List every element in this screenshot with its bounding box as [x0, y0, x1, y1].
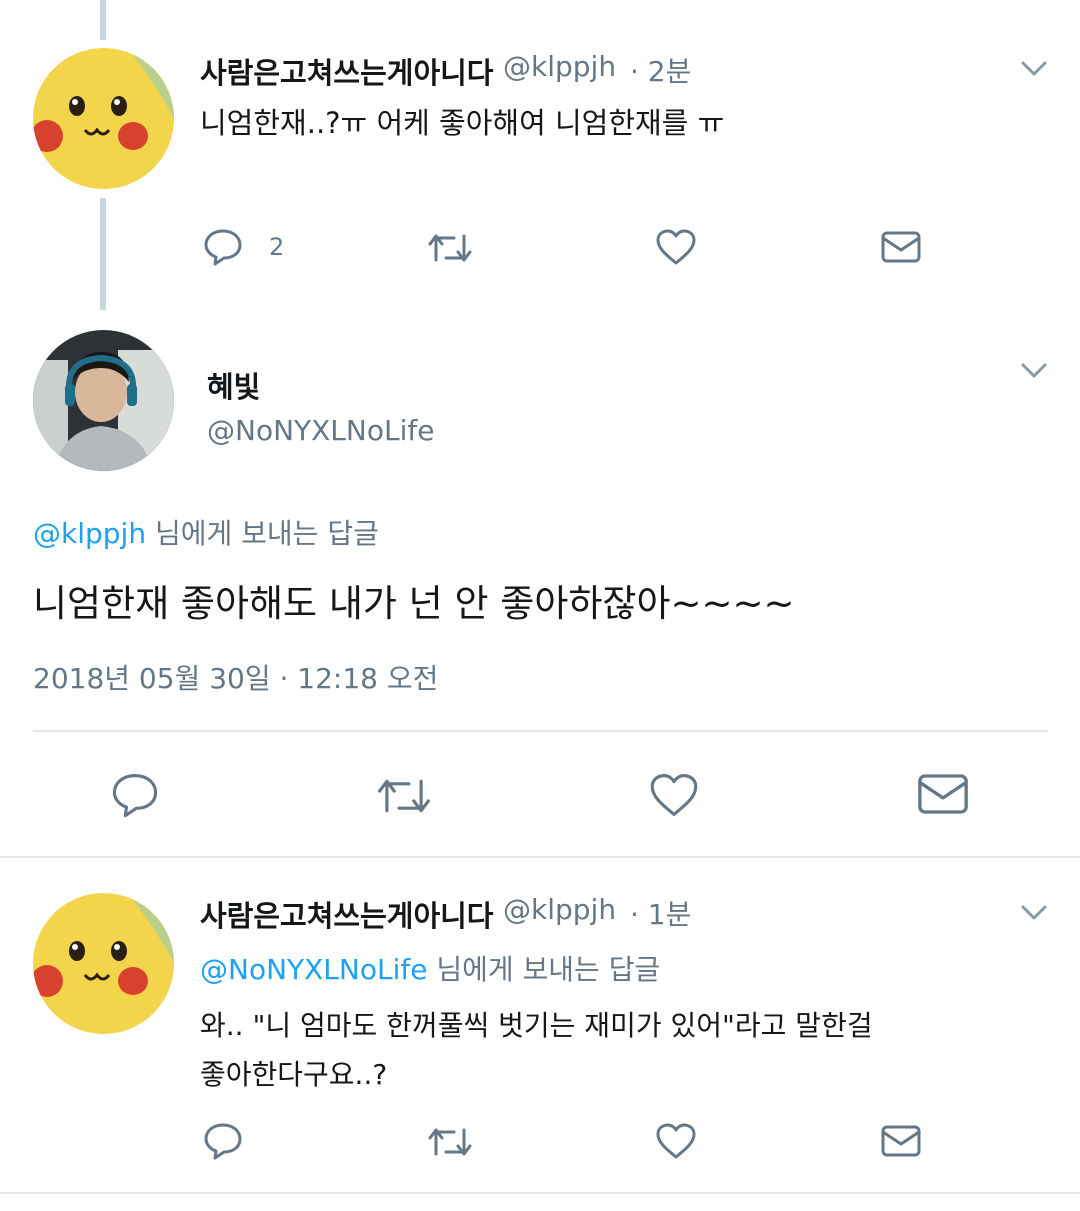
like-button[interactable] — [655, 1122, 697, 1160]
reply-button[interactable] — [203, 1122, 243, 1160]
retweet-button[interactable] — [374, 774, 434, 818]
like-button[interactable] — [648, 772, 700, 818]
avatar[interactable] — [33, 893, 174, 1034]
message-button[interactable] — [916, 772, 970, 816]
tweet-time[interactable]: · 2분 — [630, 50, 691, 90]
display-name[interactable]: 사람은고쳐쓰는게아니다 — [200, 893, 493, 935]
message-icon — [881, 231, 921, 263]
retweet-button[interactable] — [426, 230, 474, 266]
user-handle[interactable]: @klppjh — [503, 893, 616, 926]
like-icon — [656, 229, 696, 265]
reply-to-label: 님에게 보내는 답글 — [427, 953, 661, 986]
chevron-down-icon[interactable] — [1020, 60, 1048, 78]
message-icon — [918, 774, 968, 814]
retweet-icon — [428, 234, 472, 262]
tweet-text-line-1: 와.. "니 엄마도 한꺼풀씩 벗기는 재미가 있어"라고 말한걸 — [200, 1009, 873, 1042]
divider — [0, 856, 1080, 858]
chevron-down-icon[interactable] — [1020, 362, 1048, 380]
divider — [0, 1192, 1080, 1194]
user-handle[interactable]: @klppjh — [503, 50, 616, 83]
gamer-avatar-icon — [33, 330, 174, 471]
tweet-timestamp[interactable]: 2018년 05월 30일 · 12:18 오전 — [33, 657, 438, 697]
reply-to-label: 님에게 보내는 답글 — [146, 517, 379, 550]
avatar[interactable] — [33, 330, 174, 471]
like-button[interactable] — [655, 228, 697, 266]
divider — [33, 730, 1048, 732]
reply-count: 2 — [269, 233, 285, 261]
retweet-button[interactable] — [426, 1124, 474, 1160]
retweet-icon — [377, 779, 431, 813]
reply-icon — [204, 1123, 242, 1160]
tweet-text-line-2: 좋아한다구요..? — [200, 1058, 388, 1091]
message-icon — [881, 1125, 921, 1157]
pikachu-avatar-icon — [33, 893, 174, 1034]
user-handle[interactable]: @NoNYXLNoLife — [207, 414, 434, 447]
reply-icon — [112, 774, 158, 818]
pikachu-avatar-icon — [33, 48, 174, 189]
display-name[interactable]: 혜빛 — [207, 364, 260, 406]
like-icon — [656, 1123, 696, 1159]
message-button[interactable] — [880, 1124, 922, 1158]
chevron-down-icon[interactable] — [1020, 904, 1048, 922]
thread-line-top — [100, 0, 106, 40]
reply-context: @klppjh 님에게 보내는 답글 — [33, 512, 379, 552]
like-icon — [650, 774, 698, 816]
tweet-time[interactable]: · 1분 — [630, 893, 691, 933]
reply-context: @NoNYXLNoLife 님에게 보내는 답글 — [200, 948, 660, 988]
reply-button[interactable] — [110, 772, 160, 818]
reply-to-link[interactable]: @NoNYXLNoLife — [200, 953, 427, 986]
reply-to-link[interactable]: @klppjh — [33, 517, 146, 550]
reply-icon — [204, 229, 242, 266]
display-name[interactable]: 사람은고쳐쓰는게아니다 — [200, 50, 493, 92]
message-button[interactable] — [880, 230, 922, 264]
avatar[interactable] — [33, 48, 174, 189]
reply-button[interactable]: 2 — [203, 228, 284, 266]
retweet-icon — [428, 1128, 472, 1156]
tweet-text: 니엄한재..?ㅠ 어케 좋아해여 니엄한재를 ㅠ — [200, 106, 725, 140]
thread-line-middle — [100, 198, 106, 310]
tweet-text: 니엄한재 좋아해도 내가 넌 안 좋아하잖아~~~~ — [33, 582, 795, 625]
